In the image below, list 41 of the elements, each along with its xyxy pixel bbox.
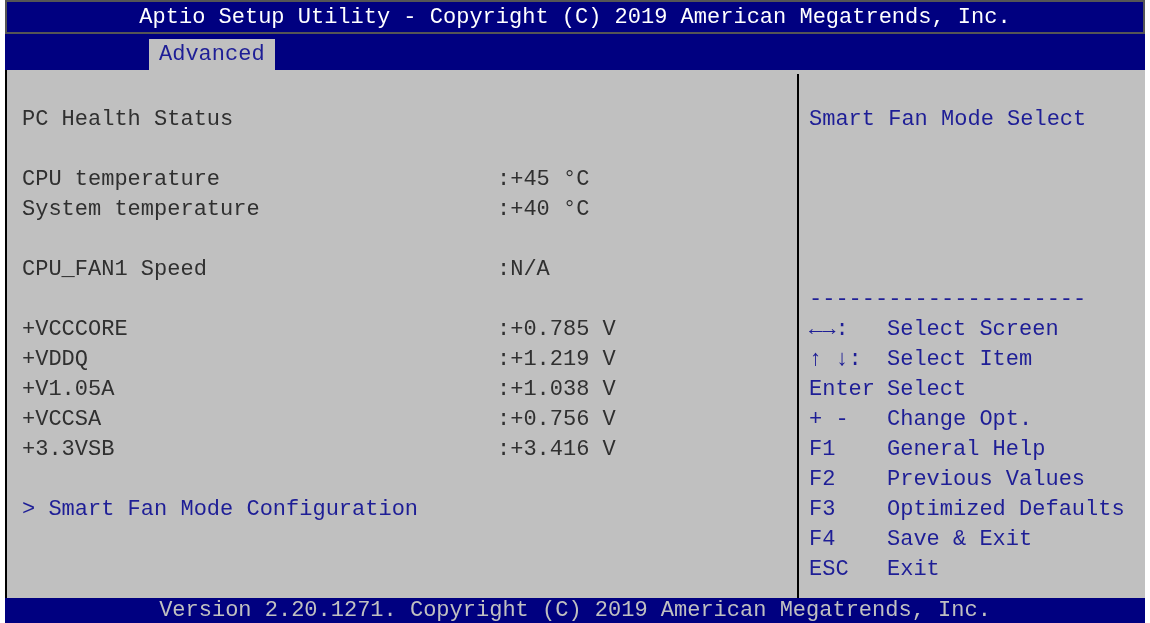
- sensor-value: :+1.038 V: [497, 375, 616, 404]
- sensor-value: :+3.416 V: [497, 435, 616, 464]
- key-label: Enter: [809, 375, 876, 404]
- sensor-value: :+40 °C: [497, 195, 590, 224]
- key-action: Exit: [887, 555, 940, 584]
- tab[interactable]: Advanced: [149, 39, 275, 70]
- sensor-value: :+45 °C: [497, 165, 590, 194]
- key-action: Select Screen: [887, 315, 1059, 344]
- footer-bar: Version 2.20.1271. Copyright (C) 2019 American Megatrends, Inc.: [5, 598, 1145, 623]
- sensor-label: +VCCCORE: [22, 315, 129, 344]
- separator-text: ---------------------: [809, 285, 1087, 314]
- key-action: Save & Exit: [887, 525, 1033, 554]
- sensor-label: +V1.05A: [22, 375, 116, 404]
- section-heading: PC Health Status: [22, 105, 234, 134]
- key-label: ESC: [809, 555, 850, 584]
- title-bar: Aptio Setup Utility - Copyright (C) 2019 American Megatrends, Inc.: [5, 0, 1145, 34]
- sensor-value: :+0.756 V: [497, 405, 616, 434]
- help-text: Smart Fan Mode Select: [809, 105, 1087, 134]
- key-action: Select: [887, 375, 967, 404]
- key-action: Select Item: [887, 345, 1033, 374]
- key-label: ↑ ↓:: [809, 345, 863, 374]
- sensor-label: CPU temperature: [22, 165, 222, 194]
- sensor-value: :N/A: [497, 255, 550, 284]
- key-label: F1: [809, 435, 837, 464]
- sensor-label: CPU_FAN1 Speed: [22, 255, 208, 284]
- key-label: ←→:: [809, 315, 850, 344]
- sensor-label: +VDDQ: [22, 345, 89, 374]
- key-label: F2: [809, 465, 837, 494]
- key-label: F3: [809, 495, 837, 524]
- key-action: Change Opt.: [887, 405, 1033, 434]
- sensor-value: :+1.219 V: [497, 345, 616, 374]
- sensor-value: :+0.785 V: [497, 315, 616, 344]
- sensor-label: +3.3VSB: [22, 435, 116, 464]
- key-action: Optimized Defaults: [887, 495, 1125, 524]
- key-label: + -: [809, 405, 850, 434]
- key-label: F4: [809, 525, 837, 554]
- key-action: General Help: [887, 435, 1046, 464]
- sensor-label: System temperature: [22, 195, 261, 224]
- key-action: Previous Values: [887, 465, 1086, 494]
- sensor-label: +VCCSA: [22, 405, 103, 434]
- submenu-link[interactable]: > Smart Fan Mode Configuration: [22, 492, 419, 526]
